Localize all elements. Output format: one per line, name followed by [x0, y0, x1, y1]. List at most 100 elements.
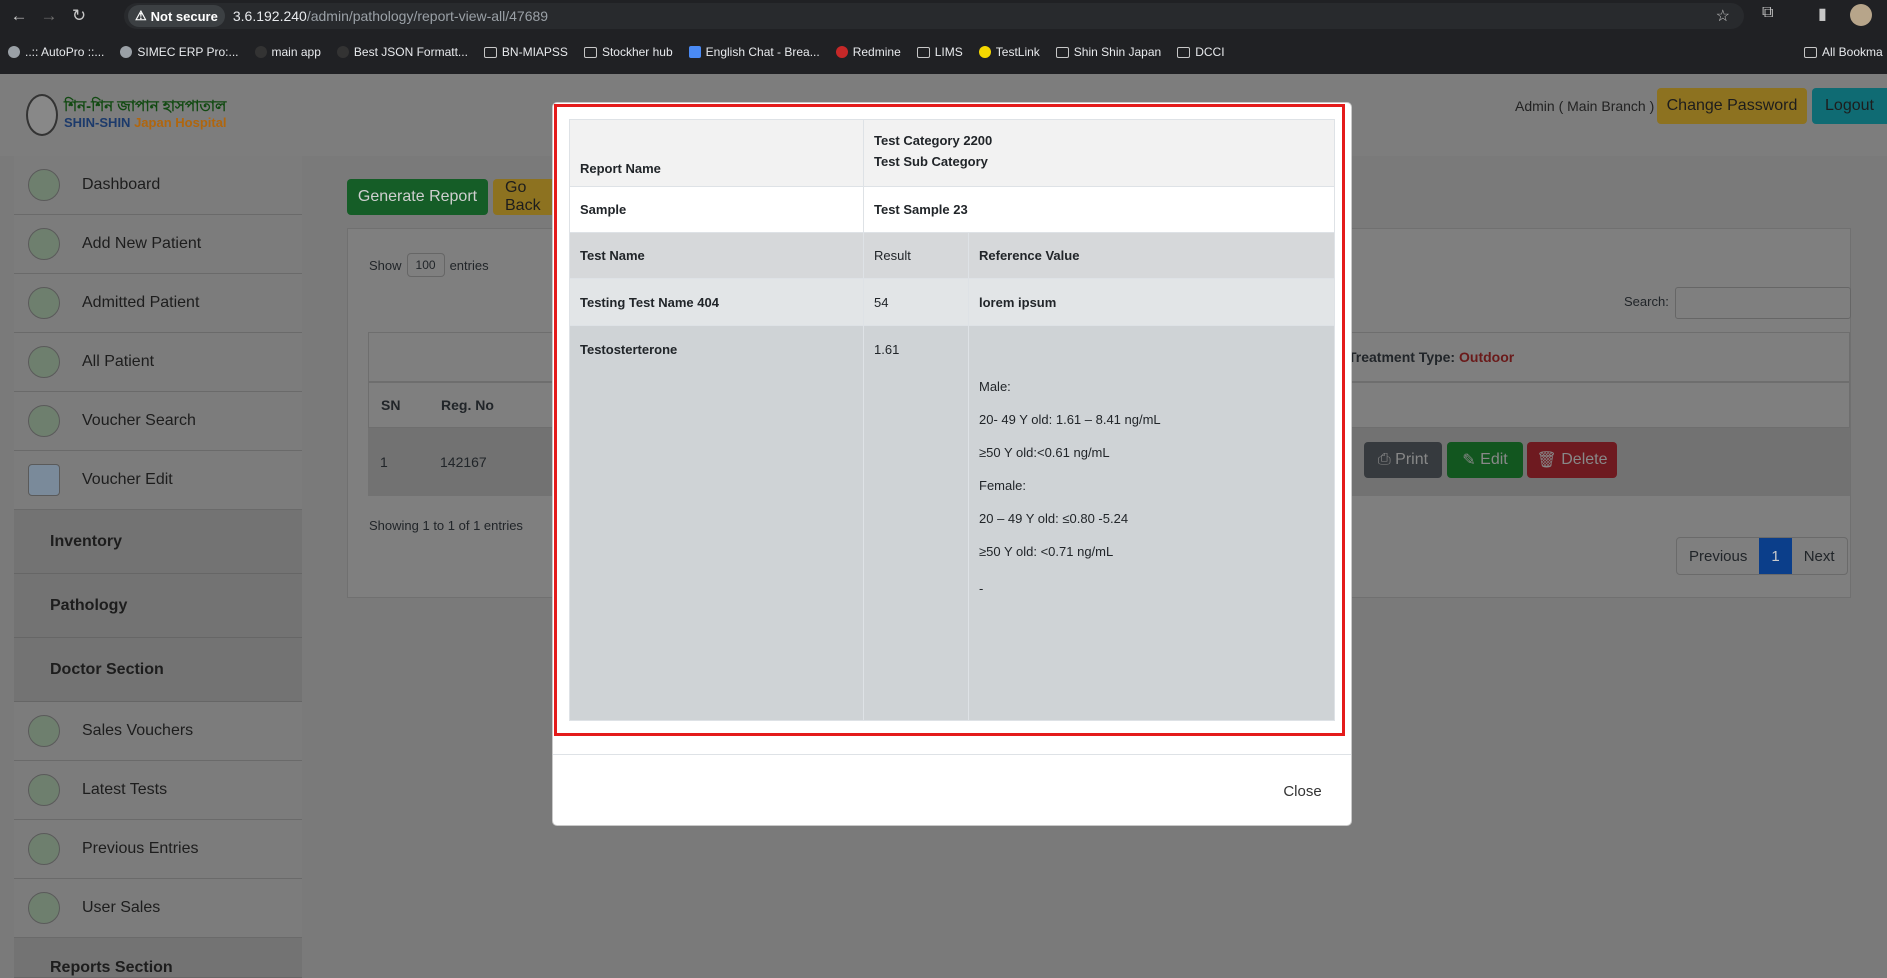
- bookmark-folder[interactable]: LIMS: [909, 45, 971, 59]
- security-label: Not secure: [150, 8, 218, 24]
- bookmark-item[interactable]: Best JSON Formatt...: [329, 45, 476, 59]
- bookmark-item[interactable]: main app: [247, 45, 329, 59]
- sidebar: Dashboard Add New Patient Admitted Patie…: [14, 156, 302, 978]
- address-bar[interactable]: ⚠ Not secure 3.6.192.240/admin/pathology…: [124, 3, 1744, 29]
- bookmark-label: Redmine: [852, 45, 901, 59]
- column-header-sn[interactable]: SN: [369, 397, 429, 413]
- extensions-icon[interactable]: ⧉: [1762, 4, 1773, 22]
- sidebar-item-add-new-patient[interactable]: Add New Patient: [14, 215, 302, 274]
- folder-icon: [483, 46, 497, 58]
- forward-icon[interactable]: →: [38, 5, 60, 27]
- bookmark-label: ..:: AutoPro ::...: [25, 45, 105, 59]
- bookmark-label: Shin Shin Japan: [1073, 45, 1162, 59]
- edit-icon: ✎: [1462, 452, 1481, 469]
- sidebar-section-label: Pathology: [50, 596, 128, 614]
- sidebar-item-label: Admitted Patient: [82, 294, 200, 311]
- search-input[interactable]: [1675, 287, 1851, 319]
- bookmark-folder[interactable]: DCCI: [1169, 45, 1232, 59]
- folder-icon: [1055, 46, 1069, 58]
- bookmark-item[interactable]: Redmine: [828, 45, 909, 59]
- reload-icon[interactable]: ↻: [68, 5, 90, 27]
- dashboard-icon: [28, 169, 60, 201]
- back-icon[interactable]: ←: [8, 5, 30, 27]
- delete-button[interactable]: 🗑 Delete: [1527, 442, 1617, 478]
- receipt-icon: [28, 833, 60, 865]
- voucher-icon: [28, 464, 60, 496]
- edit-button[interactable]: ✎ Edit: [1447, 442, 1523, 478]
- receipt-icon: [28, 892, 60, 924]
- bookmark-label: Best JSON Formatt...: [353, 45, 468, 59]
- close-button[interactable]: Close: [1270, 778, 1335, 804]
- sidebar-section-inventory[interactable]: Inventory: [14, 510, 302, 574]
- sidebar-item-user-sales[interactable]: User Sales: [14, 879, 302, 938]
- url-text[interactable]: 3.6.192.240/admin/pathology/report-view-…: [233, 8, 548, 24]
- sidebar-item-voucher-edit[interactable]: Voucher Edit: [14, 451, 302, 510]
- sidepanel-icon[interactable]: ▮: [1818, 4, 1827, 24]
- bookmark-label: LIMS: [934, 45, 963, 59]
- sidebar-item-previous-entries[interactable]: Previous Entries: [14, 820, 302, 879]
- patient-icon: [28, 287, 60, 319]
- pagination: Previous 1 Next: [1676, 537, 1848, 575]
- sidebar-section-doctor[interactable]: Doctor Section: [14, 638, 302, 702]
- pagination-page-1[interactable]: 1: [1759, 538, 1792, 574]
- sidebar-item-all-patient[interactable]: All Patient: [14, 333, 302, 392]
- delete-label: Delete: [1561, 451, 1608, 468]
- treatment-type-value: Outdoor: [1459, 349, 1515, 365]
- folder-icon: [916, 46, 930, 58]
- sidebar-item-label: User Sales: [82, 899, 161, 916]
- pagination-next[interactable]: Next: [1792, 538, 1847, 574]
- entries-select[interactable]: 100: [406, 253, 445, 277]
- logo-subtitle: Japan Hospital: [134, 115, 227, 130]
- bookmark-label: Stockher hub: [601, 45, 673, 59]
- profile-avatar[interactable]: [1850, 4, 1872, 26]
- bookmark-label: BN-MIAPSS: [501, 45, 568, 59]
- sidebar-item-label: Dashboard: [82, 176, 161, 193]
- patient-icon: [28, 346, 60, 378]
- site-icon: [254, 46, 267, 58]
- sidebar-item-label: Previous Entries: [82, 840, 199, 857]
- browser-chrome: ← → ↻ ⚠ Not secure 3.6.192.240/admin/pat…: [0, 0, 1887, 74]
- show-label: Show: [369, 257, 402, 273]
- all-bookmarks[interactable]: All Bookma: [1796, 45, 1887, 59]
- print-icon: ⎙: [1377, 451, 1396, 468]
- bookmark-item[interactable]: ..:: AutoPro ::...: [0, 45, 112, 59]
- bookmark-folder[interactable]: Shin Shin Japan: [1048, 45, 1169, 59]
- sidebar-item-latest-tests[interactable]: Latest Tests: [14, 761, 302, 820]
- sidebar-item-dashboard[interactable]: Dashboard: [14, 156, 302, 215]
- logo-brand: SHIN-SHIN: [64, 115, 131, 130]
- bookmark-star-icon[interactable]: ☆: [1716, 6, 1730, 26]
- sidebar-item-sales-vouchers[interactable]: Sales Vouchers: [14, 702, 302, 761]
- bookmark-item[interactable]: TestLink: [971, 45, 1048, 59]
- sidebar-item-admitted-patient[interactable]: Admitted Patient: [14, 274, 302, 333]
- security-chip[interactable]: ⚠ Not secure: [128, 5, 225, 27]
- showing-info: Showing 1 to 1 of 1 entries: [369, 518, 523, 533]
- edit-label: Edit: [1480, 451, 1508, 468]
- hospital-logo[interactable]: শিন-শিন জাপান হাসপাতাল SHIN-SHIN Japan H…: [26, 94, 227, 136]
- bookmark-folder[interactable]: Stockher hub: [576, 45, 681, 59]
- admin-label: Admin ( Main Branch ): [1515, 98, 1655, 114]
- search-label: Search:: [1624, 294, 1669, 309]
- receipt-icon: [28, 774, 60, 806]
- sidebar-item-label: Voucher Edit: [82, 471, 173, 488]
- sidebar-item-label: Add New Patient: [82, 235, 202, 252]
- sidebar-item-label: Voucher Search: [82, 412, 196, 429]
- site-icon: [835, 46, 848, 58]
- column-header-reg-no[interactable]: Reg. No: [429, 397, 494, 413]
- pagination-previous[interactable]: Previous: [1677, 538, 1759, 574]
- generate-report-button[interactable]: Generate Report: [347, 179, 488, 215]
- sidebar-section-reports[interactable]: Reports Section: [14, 938, 302, 978]
- row-reg-no: 142167: [440, 454, 487, 470]
- logout-button[interactable]: Logout: [1812, 88, 1887, 124]
- sidebar-item-voucher-search[interactable]: Voucher Search: [14, 392, 302, 451]
- print-label: Print: [1395, 451, 1429, 468]
- modal-footer-divider: [553, 754, 1351, 755]
- site-icon: [120, 46, 133, 58]
- sidebar-section-pathology[interactable]: Pathology: [14, 574, 302, 638]
- sidebar-section-label: Inventory: [50, 532, 123, 550]
- bookmark-label: TestLink: [995, 45, 1040, 59]
- bookmark-folder[interactable]: BN-MIAPSS: [476, 45, 576, 59]
- bookmark-item[interactable]: English Chat - Brea...: [681, 45, 828, 59]
- bookmark-item[interactable]: SIMEC ERP Pro:...: [112, 45, 246, 59]
- print-button[interactable]: ⎙ Print: [1364, 442, 1442, 478]
- change-password-button[interactable]: Change Password: [1657, 88, 1807, 124]
